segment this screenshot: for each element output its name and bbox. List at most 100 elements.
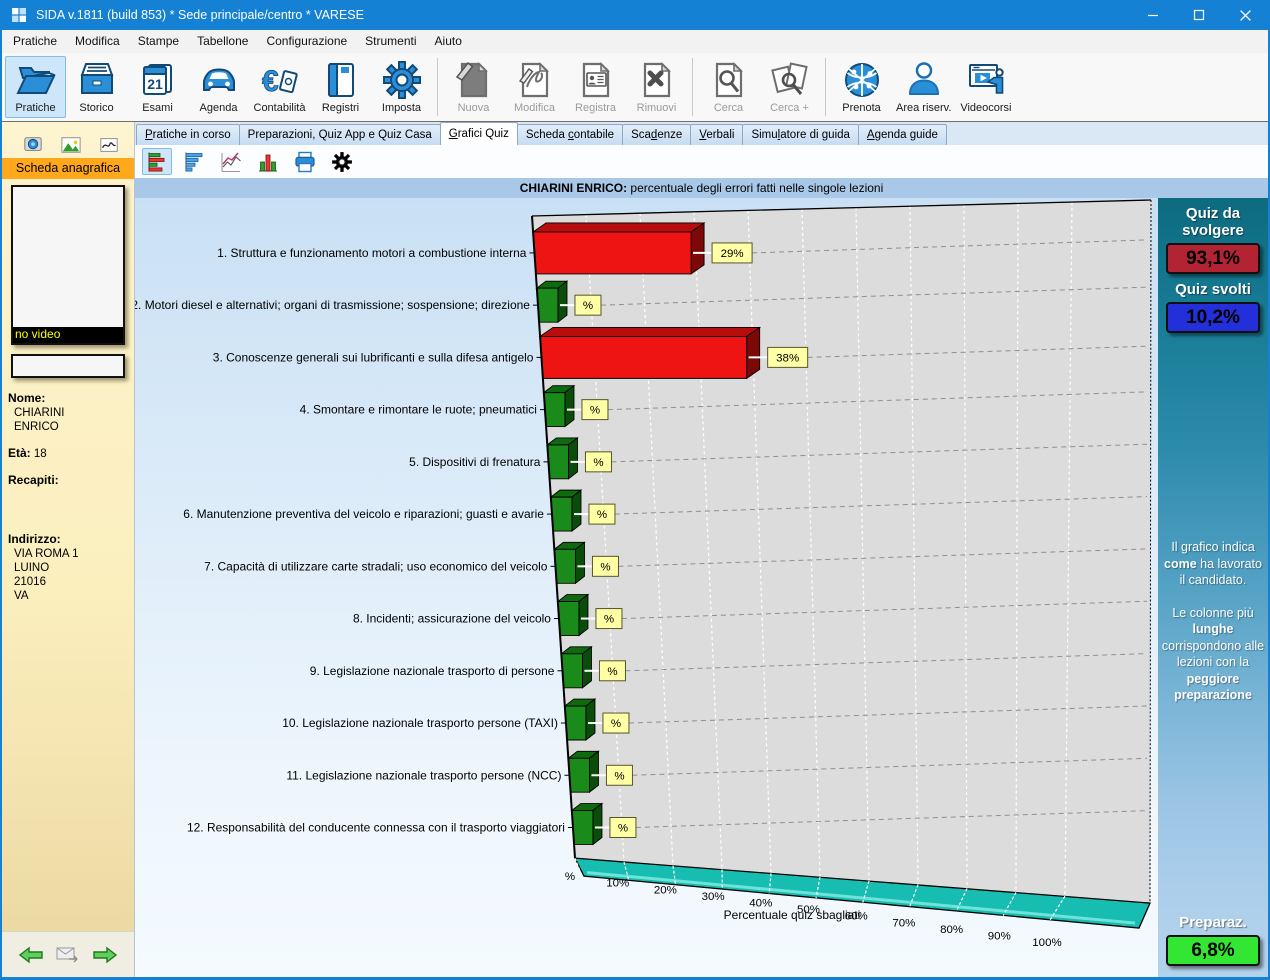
errors-bar-chart: %10%20%30%40%50%60%70%80%90%100%Percentu… — [135, 198, 1158, 977]
previous-record-button[interactable] — [18, 945, 44, 965]
close-icon — [1240, 10, 1250, 20]
photo-icon[interactable] — [60, 135, 82, 155]
toolbar-button-label: Pratiche — [15, 102, 55, 114]
menu-item-aiuto[interactable]: Aiuto — [426, 31, 471, 52]
chart-toolbar-button-chart-hbar-blue[interactable] — [179, 148, 209, 175]
chart-toolbar-button-chart-line[interactable] — [216, 148, 246, 175]
printer-icon — [294, 151, 316, 173]
preparazione-value: 6,8% — [1166, 935, 1260, 966]
tab-scheda-contabile[interactable]: Scheda contabile — [517, 124, 623, 145]
chart-toolbar-button-chart-vbar[interactable] — [253, 148, 283, 175]
settings-gear-icon: fill="#5a5a5a" stroke="#333" stroke-widt… — [331, 151, 353, 173]
close-button[interactable] — [1222, 0, 1268, 30]
chart-hbar-colored-icon — [146, 151, 168, 173]
x-tick-label: 100% — [1032, 937, 1061, 949]
value-label: % — [614, 770, 624, 782]
bar-side-face — [589, 751, 598, 792]
toolbar-button-label: Rimuovi — [637, 102, 677, 114]
toolbar-button-modifica: Modifica — [504, 56, 565, 118]
tab-preparazioni-quiz-app-e-quiz-casa[interactable]: Preparazioni, Quiz App e Quiz Casa — [239, 124, 441, 145]
chart-wall — [532, 200, 1151, 903]
signature-icon[interactable] — [98, 135, 120, 155]
bar-side-face — [593, 804, 602, 845]
doc-x-icon — [637, 60, 677, 100]
calendar-21-icon: 21 — [138, 60, 178, 100]
tab-pratiche-in-corso[interactable]: Pratiche in corso — [136, 124, 240, 145]
toolbar-button-label: Nuova — [458, 102, 490, 114]
toolbar-button-prenota[interactable]: Prenota — [831, 56, 892, 118]
tab-simulatore-di-guida[interactable]: Simulatore di guida — [742, 124, 858, 145]
chart-explanation: Il grafico indica come ha lavorato il ca… — [1158, 539, 1268, 720]
toolbar-separator — [437, 58, 438, 116]
toolbar-button-rimuovi: Rimuovi — [626, 56, 687, 118]
chart-toolbar-button-chart-hbar-colored[interactable] — [142, 148, 172, 175]
webcam-icon[interactable] — [22, 135, 44, 155]
toolbar-button-label: Cerca + — [770, 102, 809, 114]
menu-item-pratiche[interactable]: Pratiche — [4, 31, 66, 52]
name-line-1: CHIARINI — [8, 406, 128, 420]
address-label: Indirizzo: — [8, 532, 61, 546]
person-icon — [904, 60, 944, 100]
toolbar-button-label: Agenda — [200, 102, 238, 114]
toolbar-separator — [825, 58, 826, 116]
bar-zero — [537, 288, 558, 322]
archive-icon — [77, 60, 117, 100]
svg-text:21: 21 — [147, 76, 163, 92]
car-icon — [199, 60, 239, 100]
minimize-button[interactable] — [1130, 0, 1176, 30]
toolbar-button-registri[interactable]: Registri — [310, 56, 371, 118]
bar-side-face — [568, 438, 577, 479]
bar-side-face — [586, 699, 595, 740]
chart-header: CHIARINI ENRICO: percentuale degli error… — [135, 178, 1268, 198]
send-mail-button[interactable] — [56, 946, 80, 964]
category-label: 3. Conoscenze generali sui lubrificanti … — [213, 350, 534, 364]
quiz-svolti-value: 10,2% — [1166, 302, 1260, 333]
toolbar-button-cerca: Cerca + — [759, 56, 820, 118]
photo-tools — [2, 135, 134, 155]
bar-top-face — [533, 223, 704, 232]
bar-zero — [561, 654, 582, 688]
arrow-left-icon — [20, 948, 42, 962]
toolbar-button-agenda[interactable]: Agenda — [188, 56, 249, 118]
menu-item-modifica[interactable]: Modifica — [66, 31, 129, 52]
category-label: 6. Manutenzione preventiva del veicolo e… — [183, 507, 544, 521]
address-line-4: VA — [8, 589, 128, 603]
toolbar-button-label: Videocorsi — [960, 102, 1011, 114]
toolbar-button-videocorsi[interactable]: Videocorsi — [955, 56, 1016, 118]
category-label: 7. Capacità di utilizzare carte stradali… — [204, 559, 548, 573]
maximize-button[interactable] — [1176, 0, 1222, 30]
menu-item-stampe[interactable]: Stampe — [129, 31, 188, 52]
category-label: 12. Responsabilità del conducente connes… — [187, 820, 565, 834]
tab-scadenze[interactable]: Scadenze — [622, 124, 691, 145]
bar-side-face — [572, 490, 581, 531]
sidebar-header: Scheda anagrafica — [2, 158, 134, 179]
address-line-3: 21016 — [8, 575, 128, 589]
chart-toolbar-button-printer[interactable] — [290, 148, 320, 175]
toolbar-button-imposta[interactable]: Imposta — [371, 56, 432, 118]
menu-item-tabellone[interactable]: Tabellone — [188, 31, 257, 52]
menu-item-configurazione[interactable]: Configurazione — [257, 31, 356, 52]
toolbar-button-pratiche[interactable]: Pratiche — [5, 56, 66, 118]
chart-header-student: CHIARINI ENRICO: — [520, 181, 627, 195]
app-window: SIDA v.1811 (build 853) * Sede principal… — [0, 0, 1270, 980]
address-line-2: LUINO — [8, 561, 128, 575]
toolbar-button-area-riserv[interactable]: Area riserv. — [892, 56, 955, 118]
value-label: % — [607, 666, 617, 678]
toolbar-button-contabilit[interactable]: €Contabilità — [249, 56, 310, 118]
tab-grafici-quiz[interactable]: Grafici Quiz — [440, 122, 518, 145]
menu-item-strumenti[interactable]: Strumenti — [356, 31, 425, 52]
bar-side-face — [575, 542, 584, 583]
toolbar-button-label: Cerca — [714, 102, 743, 114]
toolbar-button-storico[interactable]: Storico — [66, 56, 127, 118]
next-record-button[interactable] — [92, 945, 118, 965]
tab-agenda-guide[interactable]: Agenda guide — [858, 124, 947, 145]
app-icon — [11, 7, 27, 23]
tab-verbali[interactable]: Verbali — [690, 124, 743, 145]
toolbar-button-label: Esami — [142, 102, 173, 114]
tab-strip: Pratiche in corsoPreparazioni, Quiz App … — [135, 122, 1268, 145]
chart-toolbar-button-settings-gear[interactable]: fill="#5a5a5a" stroke="#333" stroke-widt… — [327, 148, 357, 175]
value-label: % — [597, 509, 607, 521]
toolbar-button-label: Modifica — [514, 102, 555, 114]
category-label: 10. Legislazione nazionale trasporto per… — [282, 716, 558, 730]
toolbar-button-esami[interactable]: 21 Esami — [127, 56, 188, 118]
